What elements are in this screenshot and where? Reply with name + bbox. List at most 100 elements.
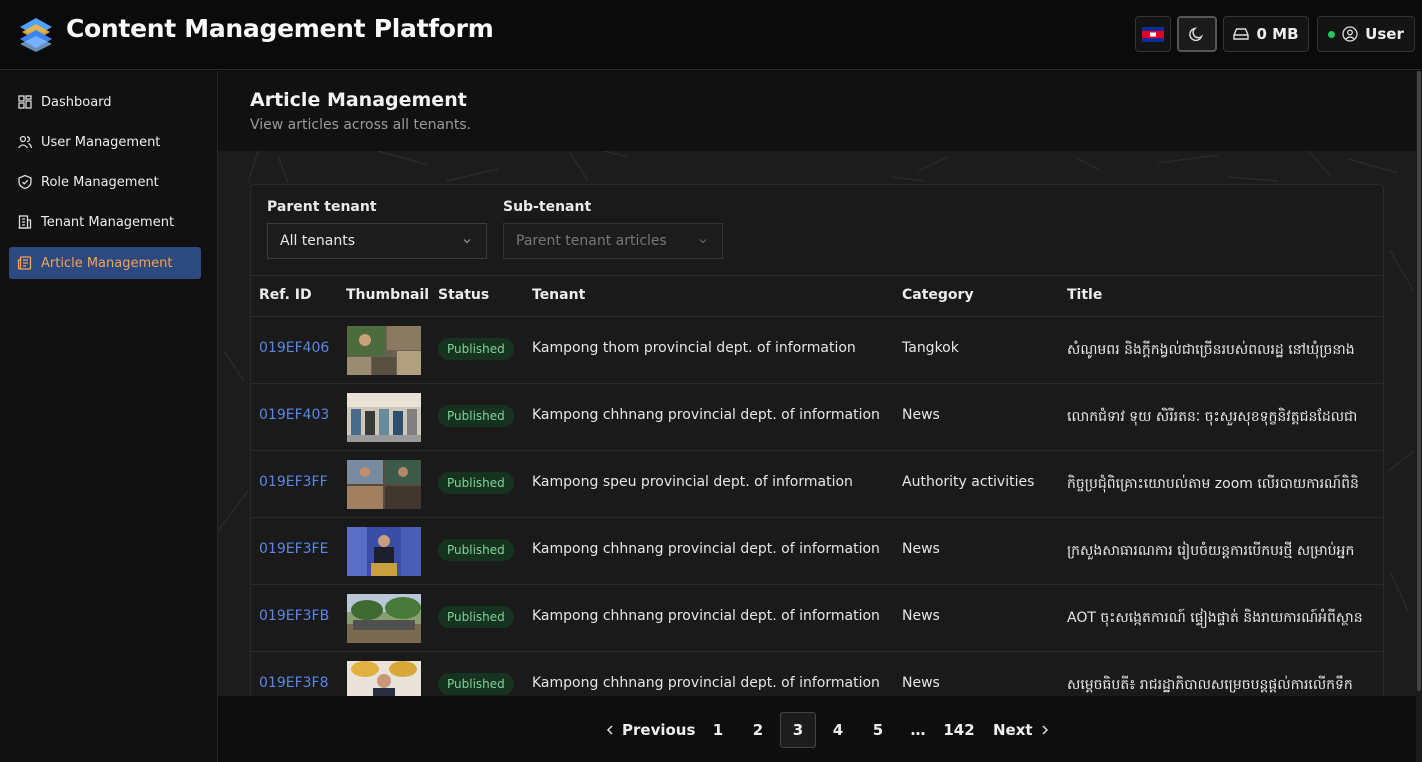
sidebar-item-label: Tenant Management (41, 214, 175, 230)
status-badge: Published (438, 472, 514, 494)
chevron-down-icon (463, 239, 471, 244)
article-thumbnail (347, 393, 421, 442)
previous-label: Previous (622, 721, 696, 739)
table-row[interactable]: 019EF3FB Published Kampong chhnang provi… (251, 585, 1383, 652)
article-thumbnail (347, 594, 421, 643)
page-button[interactable]: 142 (942, 712, 976, 748)
logo-icon (20, 18, 52, 52)
table-row[interactable]: 019EF3F8 Published Kampong chhnang provi… (251, 652, 1383, 696)
theme-toggle-button[interactable] (1177, 16, 1217, 52)
ref-id-link[interactable]: 019EF3FE (259, 541, 328, 557)
column-header[interactable]: Thumbnail (346, 287, 429, 303)
title-cell: សំណូមពរ និងក្តីកង្វល់ជាច្រើនរបស់ពលរដ្ឋ ន… (1067, 342, 1355, 358)
article-icon (17, 256, 32, 270)
sub-tenant-value: Parent tenant articles (516, 233, 667, 249)
page-title: Article Management (250, 89, 467, 111)
page-button[interactable]: 5 (860, 712, 896, 748)
page-button[interactable]: 2 (740, 712, 776, 748)
drive-icon (1233, 28, 1250, 40)
parent-tenant-value: All tenants (280, 233, 356, 249)
chevron-right-icon (1042, 725, 1048, 735)
status-badge: Published (438, 673, 514, 695)
language-button[interactable] (1135, 16, 1171, 52)
table-row[interactable]: 019EF406 Published Kampong thom provinci… (251, 317, 1383, 384)
storage-button[interactable]: 0 MB (1223, 16, 1309, 52)
article-thumbnail (347, 661, 421, 696)
table-row[interactable]: 019EF403 Published Kampong chhnang provi… (251, 384, 1383, 451)
previous-page-button[interactable]: Previous (606, 712, 695, 748)
cambodia-flag-icon (1142, 26, 1164, 42)
page-button[interactable]: 1 (700, 712, 736, 748)
sidebar-item-tenants[interactable]: Tenant Management (9, 206, 201, 238)
sidebar-item-roles[interactable]: Role Management (9, 166, 201, 198)
table-row[interactable]: 019EF3FE Published Kampong chhnang provi… (251, 518, 1383, 585)
article-thumbnail (347, 527, 421, 576)
sub-tenant-label: Sub-tenant (503, 199, 592, 215)
shield-icon (18, 174, 32, 190)
sidebar-item-users[interactable]: User Management (9, 126, 201, 158)
category-cell: Authority activities (902, 474, 1035, 490)
table-row[interactable]: 019EF3FF Published Kampong speu provinci… (251, 451, 1383, 518)
tenant-cell: Kampong chhnang provincial dept. of info… (532, 407, 880, 423)
title-cell: កិច្ចប្រជុំពិគ្រោះយោបល់តាម zoom លើរបាយកា… (1067, 476, 1359, 492)
chevron-left-icon (606, 725, 613, 735)
user-name: User (1365, 25, 1404, 43)
app-title: Content Management Platform (66, 14, 494, 43)
title-cell: ក្រសួងសាធារណការ រៀបចំយន្តការបើកបរថ្មី សម… (1067, 543, 1355, 559)
tenant-cell: Kampong thom provincial dept. of informa… (532, 340, 856, 356)
category-cell: News (902, 608, 940, 624)
page-button[interactable]: 4 (820, 712, 856, 748)
sub-tenant-select[interactable]: Parent tenant articles (503, 223, 723, 259)
sidebar-item-dashboard[interactable]: Dashboard (9, 86, 201, 118)
sidebar: Dashboard User Management Role Managemen… (0, 71, 218, 762)
storage-value: 0 MB (1256, 25, 1299, 43)
app-header: Content Management Platform 0 MB User (0, 0, 1422, 70)
content-area: Parent tenant All tenants Sub-tenant Par… (218, 151, 1416, 696)
table-header: Ref. ID Thumbnail Status Tenant Category… (251, 275, 1383, 317)
sidebar-item-label: Article Management (41, 255, 173, 271)
title-cell: AOT ចុះសង្កេតការណ៍ ផ្ទៀងផ្ទាត់ និងរាយការ… (1067, 610, 1363, 626)
moon-icon (1189, 27, 1204, 42)
users-icon (17, 135, 33, 149)
pagination-ellipsis: … (910, 721, 926, 739)
column-header[interactable]: Category (902, 287, 974, 303)
status-badge: Published (438, 606, 514, 628)
title-cell: សម្តេចធិបតី៖ រាជរដ្ឋាភិបាលសម្រេចបន្តផ្តល… (1067, 677, 1353, 693)
page-header: Article Management View articles across … (218, 71, 1416, 151)
page-subtitle: View articles across all tenants. (250, 117, 472, 133)
article-thumbnail (347, 460, 421, 509)
online-status-dot (1328, 30, 1336, 38)
user-circle-icon (1342, 26, 1358, 42)
pagination: Previous 1 2 3 4 5 … 142 Next (218, 696, 1416, 762)
ref-id-link[interactable]: 019EF3FB (259, 608, 329, 624)
ref-id-link[interactable]: 019EF3FF (259, 474, 328, 490)
column-header[interactable]: Tenant (532, 287, 585, 303)
column-header[interactable]: Status (438, 287, 489, 303)
column-header[interactable]: Ref. ID (259, 287, 312, 303)
next-page-button[interactable]: Next (993, 712, 1049, 748)
chevron-down-icon (699, 239, 707, 244)
tenant-cell: Kampong chhnang provincial dept. of info… (532, 608, 880, 624)
category-cell: Tangkok (902, 340, 959, 356)
user-menu-button[interactable]: User (1317, 16, 1415, 52)
sidebar-item-articles[interactable]: Article Management (9, 247, 201, 279)
tenant-cell: Kampong chhnang provincial dept. of info… (532, 541, 880, 557)
sidebar-item-label: Dashboard (41, 94, 112, 110)
parent-tenant-select[interactable]: All tenants (267, 223, 487, 259)
ref-id-link[interactable]: 019EF3F8 (259, 675, 329, 691)
next-label: Next (993, 721, 1033, 739)
category-cell: News (902, 675, 940, 691)
title-cell: លោកជំទាវ ទុយ សិរីរតនៈ ចុះសួរសុខទុក្ខនិវត… (1067, 409, 1358, 425)
status-badge: Published (438, 338, 514, 360)
scrollbar-thumb[interactable] (1417, 71, 1421, 691)
ref-id-link[interactable]: 019EF403 (259, 407, 329, 423)
ref-id-link[interactable]: 019EF406 (259, 340, 329, 356)
parent-tenant-label: Parent tenant (267, 199, 377, 215)
article-thumbnail (347, 326, 421, 375)
tenant-cell: Kampong chhnang provincial dept. of info… (532, 675, 880, 691)
column-header[interactable]: Title (1067, 287, 1102, 303)
current-page-button[interactable]: 3 (780, 712, 816, 748)
building-icon (18, 215, 32, 229)
articles-card: Parent tenant All tenants Sub-tenant Par… (250, 184, 1384, 696)
dashboard-icon (18, 95, 32, 109)
